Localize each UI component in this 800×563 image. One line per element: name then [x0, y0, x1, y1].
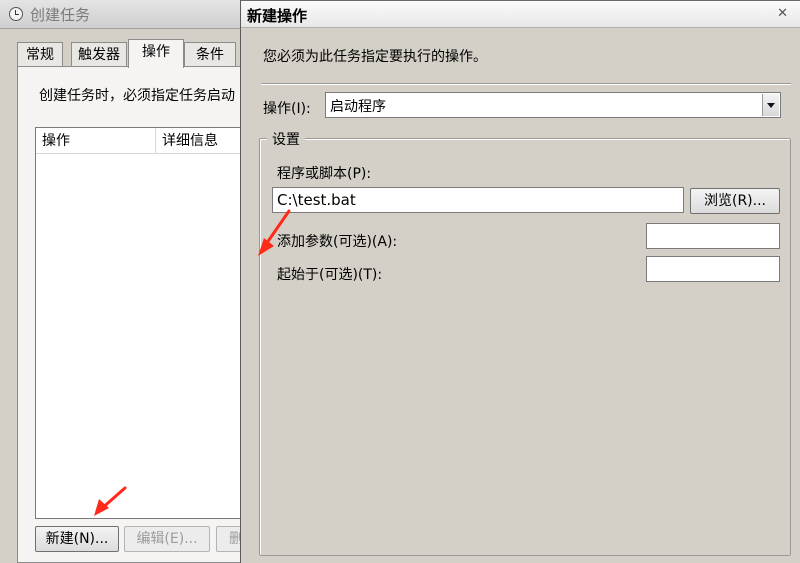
dialog-separator: [261, 83, 791, 85]
start-in-input[interactable]: [646, 256, 780, 282]
new-action-button[interactable]: 新建(N)...: [35, 526, 119, 552]
edit-action-button[interactable]: 编辑(E)...: [124, 526, 210, 552]
program-input[interactable]: C:\test.bat: [272, 187, 684, 213]
close-icon[interactable]: ✕: [777, 6, 788, 21]
actions-description: 创建任务时，必须指定任务启动: [39, 88, 235, 104]
new-action-title: 新建操作: [247, 7, 308, 25]
action-type-select[interactable]: 启动程序: [325, 92, 781, 118]
tab-actions[interactable]: 操作: [128, 39, 184, 68]
program-label: 程序或脚本(P):: [277, 166, 372, 182]
new-action-titlebar: 新建操作 ✕: [241, 0, 800, 28]
tab-general[interactable]: 常规: [17, 42, 63, 66]
dialog-description: 您必须为此任务指定要执行的操作。: [263, 49, 487, 65]
tab-conditions[interactable]: 条件: [184, 42, 236, 66]
action-type-label: 操作(I):: [263, 101, 311, 117]
settings-legend: 设置: [267, 129, 305, 149]
arguments-label: 添加参数(可选)(A):: [277, 234, 398, 250]
create-task-title: 创建任务: [30, 6, 91, 24]
chevron-down-icon[interactable]: [762, 94, 779, 116]
arguments-input[interactable]: [646, 223, 780, 249]
action-type-value: 启动程序: [330, 99, 386, 115]
actions-list-header: 操作 详细信息: [36, 128, 254, 154]
actions-list[interactable]: 操作 详细信息: [35, 127, 255, 519]
browse-button[interactable]: 浏览(R)...: [690, 188, 780, 214]
actions-tab-panel: 创建任务时，必须指定任务启动 操作 详细信息 新建(N)... 编辑(E)...…: [17, 66, 257, 563]
new-action-dialog: 新建操作 ✕ 您必须为此任务指定要执行的操作。 操作(I): 启动程序 设置 程…: [240, 0, 800, 563]
column-header-action[interactable]: 操作: [36, 128, 156, 153]
start-in-label: 起始于(可选)(T):: [277, 267, 383, 283]
tab-triggers[interactable]: 触发器: [71, 42, 127, 66]
clock-icon: [9, 7, 23, 21]
